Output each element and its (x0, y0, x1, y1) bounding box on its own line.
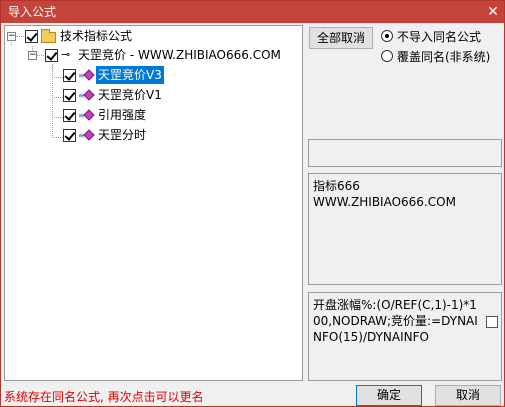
formula-text: 开盘涨幅%:(O/REF(C,1)-1)*100,NODRAW;竞价量:=DYN… (313, 298, 478, 344)
cancel-button[interactable]: 取消 (435, 385, 501, 406)
checkbox-item[interactable] (63, 69, 76, 82)
checkbox-item[interactable] (63, 129, 76, 142)
tree-label-item: 天罡竞价V1 (98, 88, 162, 102)
status-message: 系统存在同名公式, 再次点击可以更名 (4, 390, 204, 404)
tree-item[interactable]: ≡ 天罡竞价V3 (5, 66, 295, 84)
tree-connector (37, 55, 44, 56)
radio-label-overwrite-same: 覆盖同名(非系统) (397, 50, 491, 64)
import-formula-dialog: 导入公式 ✕ − 技术指标公式 − ⊸ 天罡竞价 - WWW.ZHIBIAO66… (0, 0, 505, 407)
checkbox-root[interactable] (25, 30, 38, 43)
tree-item[interactable]: ≡ 引用强度 (5, 106, 295, 124)
tree-label-item: 天罡竞价V3 (96, 66, 164, 84)
tree-node-group[interactable]: − ⊸ 天罡竞价 - WWW.ZHIBIAO666.COM (5, 46, 295, 64)
radio-label-no-import-same: 不导入同名公式 (397, 30, 482, 44)
info-line-1: 指标666 (313, 179, 360, 193)
gem-icon (83, 109, 95, 121)
tree-item[interactable]: ≡ 天罡竞价V1 (5, 86, 295, 104)
tree-label-group: 天罡竞价 - WWW.ZHIBIAO666.COM (78, 48, 281, 62)
gem-icon (83, 129, 95, 141)
checkbox-item[interactable] (63, 89, 76, 102)
tree-connector (16, 36, 24, 37)
close-icon[interactable]: ✕ (484, 3, 502, 21)
tree-item[interactable]: ≡ 天罡分时 (5, 126, 295, 144)
spacer-panel (308, 139, 502, 167)
gem-icon (83, 69, 95, 81)
formula-info-panel: 指标666 WWW.ZHIBIAO666.COM (308, 173, 502, 285)
checkbox-group[interactable] (45, 49, 58, 62)
deselect-all-button[interactable]: 全部取消 (309, 27, 373, 49)
gem-icon (83, 89, 95, 101)
collapse-icon[interactable]: − (7, 32, 16, 41)
window-title: 导入公式 (8, 5, 57, 19)
ok-button[interactable]: 确定 (356, 385, 422, 406)
formula-preview-panel[interactable]: 开盘涨幅%:(O/REF(C,1)-1)*100,NODRAW;竞价量:=DYN… (308, 292, 502, 381)
radio-overwrite-same[interactable] (381, 50, 393, 62)
formula-checkbox[interactable] (486, 316, 498, 328)
info-line-2: WWW.ZHIBIAO666.COM (313, 195, 456, 209)
folder-icon (41, 29, 56, 43)
key-icon: ⊸ (61, 48, 71, 61)
checkbox-item[interactable] (63, 109, 76, 122)
collapse-icon[interactable]: − (28, 51, 37, 60)
tree-label-root: 技术指标公式 (60, 29, 133, 43)
tree-label-item: 天罡分时 (98, 128, 147, 142)
radio-no-import-same[interactable] (381, 30, 393, 42)
title-bar[interactable]: 导入公式 ✕ (1, 1, 504, 23)
tree-node-root[interactable]: − 技术指标公式 (5, 27, 295, 45)
formula-tree[interactable]: − 技术指标公式 − ⊸ 天罡竞价 - WWW.ZHIBIAO666.COM ≡… (4, 25, 303, 381)
tree-label-item: 引用强度 (98, 108, 147, 122)
